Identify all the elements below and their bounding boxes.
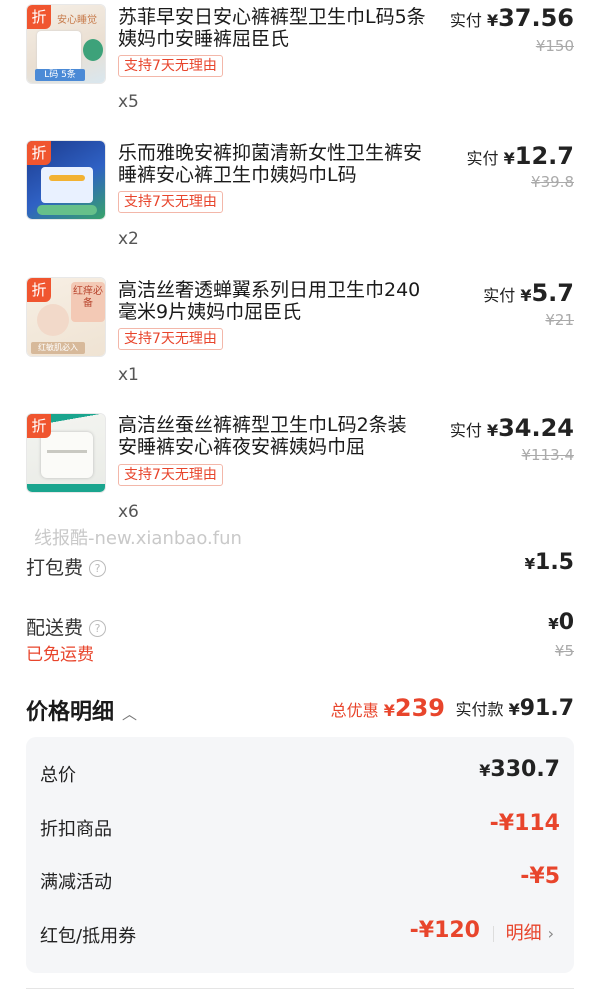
detail-link-text: 明细 — [505, 923, 542, 944]
delivery-fee-text: 配送费 — [26, 617, 84, 639]
help-circle-icon[interactable]: ? — [89, 560, 107, 577]
total-discount-label: 总优惠 — [330, 701, 379, 720]
paid-amount: 37.56 — [498, 4, 574, 32]
delivery-fee-value: ¥0 — [548, 610, 574, 635]
paid-label: 实付 — [466, 149, 499, 168]
original-price: ¥113.4 — [521, 446, 575, 464]
product-title[interactable]: 苏菲早安日安心裤裤型卫生巾L码5条姨妈巾安睡裤屈臣氏 — [118, 6, 428, 50]
total-price-amount: 330.7 — [490, 757, 560, 782]
product-title[interactable]: 乐而雅晚安裤抑菌清新女性卫生裤安睡裤安心裤卫生巾姨妈巾L码 — [118, 142, 428, 186]
free-shipping-note: 已免运费 — [26, 645, 94, 665]
promo-label: 满减活动 — [40, 872, 112, 893]
quantity: x6 — [118, 502, 139, 522]
paid-amount: 12.7 — [514, 142, 574, 170]
coupon-label: 红包/抵用券 — [40, 926, 137, 947]
coupon-detail-link[interactable]: 明细 › — [481, 919, 554, 945]
paid-price: 实付 ¥12.7 — [467, 142, 574, 170]
help-circle-icon[interactable]: ? — [89, 620, 107, 637]
divider — [26, 988, 574, 989]
total-price-label: 总价 — [40, 765, 76, 786]
thumb-size-label: 红敏肌必入 — [31, 342, 85, 354]
discount-badge: 折 — [27, 5, 51, 29]
price-detail-toggle[interactable]: 价格明细 ︿ — [26, 694, 137, 726]
packing-fee-text: 打包费 — [26, 557, 84, 579]
currency: ¥ — [479, 761, 491, 780]
discount-badge: 折 — [27, 278, 51, 302]
original-price: ¥21 — [545, 311, 574, 329]
currency: ¥ — [486, 421, 499, 440]
return-policy-tag: 支持7天无理由 — [118, 464, 223, 486]
original-price: ¥150 — [535, 37, 574, 55]
chevron-right-icon: › — [547, 924, 554, 943]
product-thumbnail[interactable]: 折 — [26, 413, 106, 493]
chevron-up-icon: ︿ — [122, 704, 138, 723]
price-breakdown-panel: 总价 ¥330.7 折扣商品 -¥114 满减活动 -¥5 红包/抵用券 -¥1… — [26, 737, 574, 973]
total-price-value: ¥330.7 — [479, 757, 560, 782]
discount-goods-label: 折扣商品 — [40, 819, 112, 840]
packing-fee-label[interactable]: 打包费? — [26, 553, 107, 580]
watermark: 线报酷-new.xianbao.fun — [34, 528, 242, 549]
delivery-fee-amount: 0 — [558, 610, 574, 635]
packing-fee-amount: 1.5 — [535, 550, 574, 575]
product-title[interactable]: 高洁丝蚕丝裤裤型卫生巾L码2条装 安睡裤安心裤夜安裤姨妈巾屈 — [118, 414, 428, 458]
paid-price: 实付 ¥37.56 — [450, 4, 574, 32]
total-paid-amount: 91.7 — [519, 696, 574, 721]
currency: ¥ — [383, 701, 395, 720]
product-thumbnail[interactable]: 红痒必备 红敏肌必入 折 — [26, 277, 106, 357]
discount-badge: 折 — [27, 414, 51, 438]
divider — [492, 926, 494, 942]
currency: ¥ — [503, 149, 515, 168]
discount-badge: 折 — [27, 141, 51, 165]
thumb-caption: 安心睡觉 — [57, 15, 97, 26]
currency: ¥ — [524, 555, 536, 573]
paid-label: 实付 — [449, 421, 482, 440]
total-paid: 实付款 ¥91.7 — [455, 696, 574, 721]
quantity: x1 — [118, 365, 139, 385]
paid-price: 实付 ¥34.24 — [450, 414, 574, 442]
delivery-fee-label[interactable]: 配送费? — [26, 613, 107, 640]
promo-value: -¥5 — [520, 864, 560, 889]
paid-label: 实付 — [449, 11, 482, 30]
return-policy-tag: 支持7天无理由 — [118, 328, 223, 350]
paid-price: 实付 ¥5.7 — [483, 279, 574, 307]
paid-amount: 5.7 — [531, 279, 574, 307]
thumb-size-label: L码 5条 — [35, 69, 85, 81]
paid-label: 实付 — [483, 286, 516, 305]
quantity: x2 — [118, 229, 139, 249]
currency: ¥ — [548, 615, 559, 633]
product-title[interactable]: 高洁丝奢透蝉翼系列日用卫生巾240毫米9片姨妈巾屈臣氏 — [118, 279, 428, 323]
currency: ¥ — [508, 700, 520, 719]
quantity: x5 — [118, 92, 139, 112]
product-thumbnail[interactable]: 安心睡觉 L码 5条 折 — [26, 4, 106, 84]
currency: ¥ — [520, 286, 532, 305]
total-discount-amount: 239 — [394, 694, 445, 722]
price-detail-title: 价格明细 — [26, 700, 115, 725]
return-policy-tag: 支持7天无理由 — [118, 191, 223, 213]
discount-goods-value: -¥114 — [489, 811, 560, 836]
packing-fee-value: ¥1.5 — [525, 550, 574, 575]
original-price: ¥39.8 — [531, 173, 574, 191]
thumb-caption: 红痒必备 — [71, 282, 105, 322]
currency: ¥ — [486, 11, 499, 30]
paid-amount: 34.24 — [498, 414, 574, 442]
total-paid-label: 实付款 — [455, 700, 504, 719]
product-thumbnail[interactable]: 折 — [26, 140, 106, 220]
total-discount: 总优惠 ¥239 — [331, 694, 445, 722]
return-policy-tag: 支持7天无理由 — [118, 55, 223, 77]
coupon-value: -¥120 — [409, 918, 480, 943]
delivery-original-price: ¥5 — [554, 642, 574, 660]
